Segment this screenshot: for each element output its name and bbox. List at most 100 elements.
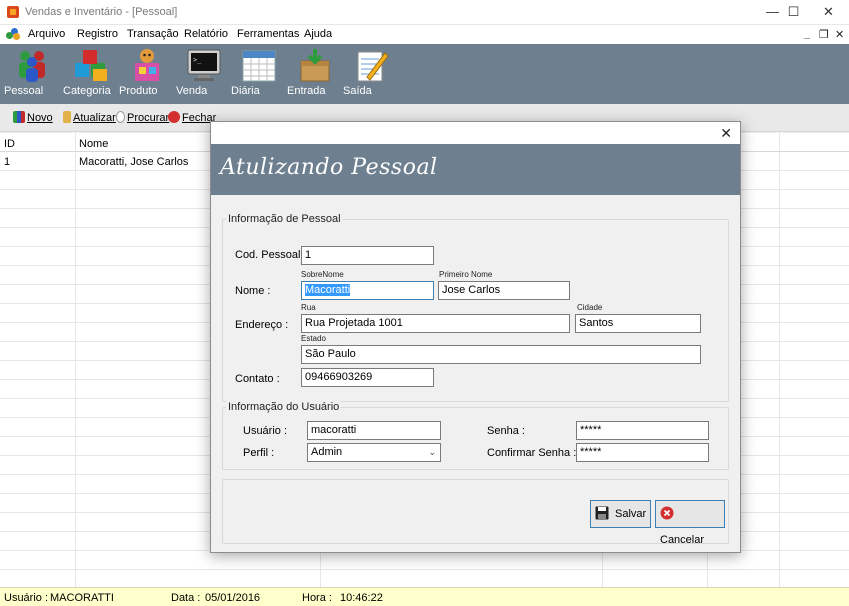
toolbar-label: Pessoal bbox=[4, 85, 44, 97]
toolbar-label: Diária bbox=[231, 85, 260, 97]
atualizar-button[interactable]: Atualizar bbox=[63, 111, 116, 124]
box-in-icon bbox=[297, 47, 333, 83]
status-hora-label: Hora : bbox=[302, 592, 332, 604]
app-icon bbox=[7, 6, 19, 18]
toolbar-pessoal-button[interactable]: Pessoal bbox=[4, 47, 60, 103]
search-icon bbox=[116, 111, 125, 123]
toolbar-label: Entrada bbox=[287, 85, 326, 97]
group-usuario-title: Informação do Usuário bbox=[226, 401, 342, 413]
toolbar-venda-button[interactable]: >_ Venda bbox=[176, 47, 232, 103]
usuario-field[interactable]: macoratti bbox=[307, 421, 441, 440]
column-header-id[interactable]: ID bbox=[4, 138, 15, 150]
cell-nome: Macoratti, Jose Carlos bbox=[79, 156, 189, 168]
group-informacao-pessoal bbox=[222, 219, 729, 402]
toys-icon bbox=[129, 47, 165, 83]
menu-ferramentas[interactable]: Ferramentas bbox=[237, 28, 299, 40]
notepad-icon bbox=[353, 47, 389, 83]
rua-field[interactable]: Rua Projetada 1001 bbox=[301, 314, 570, 333]
novo-button[interactable]: Novo bbox=[13, 111, 53, 124]
atualizar-pessoal-dialog: ✕ Atulizando Pessoal Informação de Pesso… bbox=[210, 121, 741, 553]
senha-label: Senha : bbox=[487, 425, 525, 437]
sobrenome-caption: SobreNome bbox=[301, 270, 344, 279]
chevron-down-icon[interactable]: ⌄ bbox=[428, 446, 436, 459]
estado-caption: Estado bbox=[301, 334, 326, 343]
salvar-label: Salvar bbox=[615, 508, 647, 520]
menu-relatorio[interactable]: Relatório bbox=[184, 28, 228, 40]
toolbar-produto-button[interactable]: Produto bbox=[119, 47, 175, 103]
menu-transacao[interactable]: Transação bbox=[127, 28, 179, 40]
rua-caption: Rua bbox=[301, 303, 316, 312]
menu-arquivo[interactable]: Arquivo bbox=[28, 28, 65, 40]
cod-pessoal-label: Cod. Pessoal : bbox=[235, 249, 307, 261]
dialog-banner: Atulizando Pessoal bbox=[211, 144, 740, 195]
procurar-button[interactable]: Procurar bbox=[116, 111, 169, 124]
close-icon bbox=[168, 111, 180, 123]
button-panel bbox=[222, 479, 729, 544]
add-people-icon bbox=[13, 111, 25, 123]
column-header-nome[interactable]: Nome bbox=[79, 138, 108, 150]
group-pessoal-title: Informação de Pessoal bbox=[226, 213, 343, 225]
status-usuario-value: MACORATTI bbox=[50, 592, 114, 604]
perfil-select[interactable]: Admin ⌄ bbox=[307, 443, 441, 462]
cancelar-button[interactable]: Cancelar bbox=[655, 500, 725, 546]
menu-ajuda[interactable]: Ajuda bbox=[304, 28, 332, 40]
endereco-label: Endereço : bbox=[235, 319, 289, 331]
menu-bar: Arquivo Registro Transação Relatório Fer… bbox=[0, 25, 849, 44]
nome-label: Nome : bbox=[235, 285, 271, 297]
atualizar-label: Atualizar bbox=[73, 112, 116, 124]
mdi-restore-button[interactable]: ❐ bbox=[819, 28, 829, 41]
monitor-icon: >_ bbox=[186, 47, 222, 83]
menu-registro[interactable]: Registro bbox=[77, 28, 118, 40]
estado-field[interactable]: São Paulo bbox=[301, 345, 701, 364]
toolbar-label: Saída bbox=[343, 85, 372, 97]
salvar-button[interactable]: Salvar bbox=[590, 500, 651, 528]
novo-label: Novo bbox=[27, 112, 53, 124]
dialog-banner-title: Atulizando Pessoal bbox=[220, 155, 438, 180]
sobrenome-selected-text: Macoratti bbox=[305, 284, 351, 296]
cidade-field[interactable]: Santos bbox=[575, 314, 701, 333]
floppy-disk-icon bbox=[595, 504, 609, 520]
status-bar: Usuário : MACORATTI Data : 05/01/2016 Ho… bbox=[0, 587, 849, 606]
confirmar-senha-field[interactable]: ***** bbox=[576, 443, 709, 462]
mdi-close-button[interactable]: ✕ bbox=[835, 28, 844, 41]
main-toolbar: Pessoal Categoria Produto >_ Venda Diári… bbox=[0, 44, 849, 104]
mdi-minimize-button[interactable]: _ bbox=[804, 28, 810, 40]
senha-field[interactable]: ***** bbox=[576, 421, 709, 440]
primeiro-nome-field[interactable]: Jose Carlos bbox=[438, 281, 570, 300]
toolbar-label: Produto bbox=[119, 85, 158, 97]
usuario-label: Usuário : bbox=[243, 425, 288, 437]
cidade-caption: Cidade bbox=[577, 303, 603, 312]
fechar-button[interactable]: Fechar bbox=[168, 111, 216, 124]
close-button[interactable]: ✕ bbox=[806, 0, 849, 25]
status-data-label: Data : bbox=[171, 592, 201, 604]
status-hora-value: 10:46:22 bbox=[340, 592, 383, 604]
mdi-child-icon[interactable] bbox=[6, 28, 20, 40]
cell-id: 1 bbox=[4, 156, 11, 168]
perfil-label: Perfil : bbox=[243, 447, 275, 459]
toolbar-entrada-button[interactable]: Entrada bbox=[287, 47, 343, 103]
toolbar-diaria-button[interactable]: Diária bbox=[231, 47, 287, 103]
perfil-selected-value: Admin bbox=[311, 446, 343, 458]
cod-pessoal-field[interactable]: 1 bbox=[301, 246, 434, 265]
window-title: Vendas e Inventário - [Pessoal] bbox=[25, 6, 178, 18]
toolbar-label: Venda bbox=[176, 85, 208, 97]
primeiro-nome-caption: Primeiro Nome bbox=[439, 270, 493, 279]
contato-field[interactable]: 09466903269 bbox=[301, 368, 434, 387]
contato-label: Contato : bbox=[235, 373, 280, 385]
toolbar-saida-button[interactable]: Saída bbox=[343, 47, 399, 103]
status-usuario-label: Usuário : bbox=[4, 592, 49, 604]
toolbar-categoria-button[interactable]: Categoria bbox=[63, 47, 119, 103]
confirmar-senha-label: Confirmar Senha : bbox=[487, 447, 577, 459]
status-data-value: 05/01/2016 bbox=[205, 592, 261, 604]
dialog-close-button[interactable]: ✕ bbox=[720, 125, 732, 142]
dialog-titlebar: ✕ bbox=[211, 122, 740, 144]
cubes-icon bbox=[73, 47, 109, 83]
calendar-icon bbox=[241, 47, 277, 83]
cancelar-label: Cancelar bbox=[660, 534, 705, 546]
procurar-label: Procurar bbox=[127, 112, 170, 124]
svg-text:>_: >_ bbox=[193, 56, 202, 64]
sobrenome-field[interactable]: Macoratti bbox=[301, 281, 434, 300]
cancel-icon bbox=[660, 504, 674, 520]
people-icon bbox=[14, 47, 50, 83]
toolbar-label: Categoria bbox=[63, 85, 111, 97]
